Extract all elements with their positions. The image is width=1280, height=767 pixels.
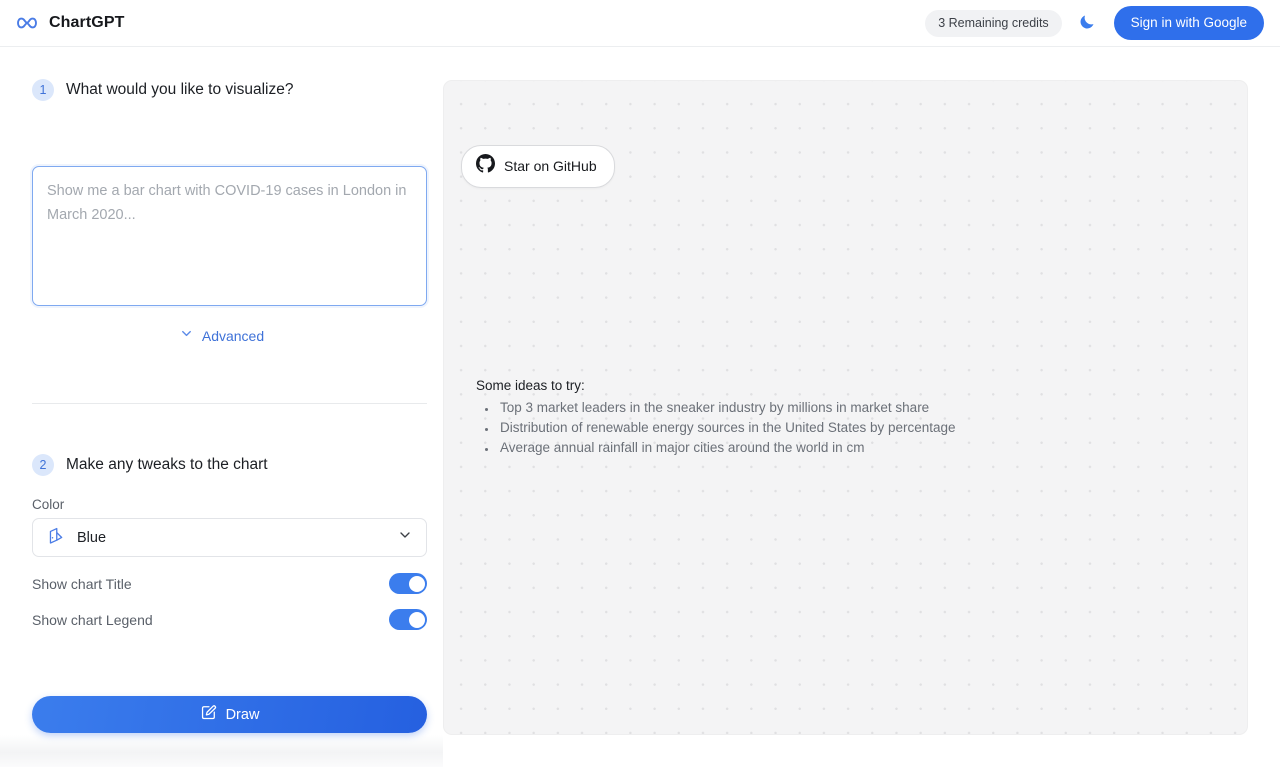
- remaining-credits-badge: 3 Remaining credits: [925, 9, 1062, 37]
- brand-name: ChartGPT: [49, 14, 125, 31]
- main-content: 1 What would you like to visualize? Adva…: [0, 47, 1280, 767]
- advanced-toggle[interactable]: Advanced: [0, 326, 443, 346]
- ideas-section: Some ideas to try: Top 3 market leaders …: [476, 378, 956, 458]
- prompt-input[interactable]: [32, 166, 427, 306]
- color-field-label: Color: [32, 497, 65, 512]
- show-chart-title-row: Show chart Title: [32, 573, 427, 594]
- toggle-knob: [408, 575, 425, 592]
- chart-canvas: Star on GitHub Some ideas to try: Top 3 …: [443, 80, 1248, 735]
- step-2-title: Make any tweaks to the chart: [66, 456, 268, 473]
- color-select[interactable]: Blue: [32, 518, 427, 557]
- step-1-header: 1 What would you like to visualize?: [0, 79, 293, 101]
- ideas-list: Top 3 market leaders in the sneaker indu…: [476, 398, 956, 458]
- ideas-title: Some ideas to try:: [476, 378, 585, 393]
- dark-mode-toggle-button[interactable]: [1074, 9, 1102, 37]
- star-on-github-button[interactable]: Star on GitHub: [461, 145, 615, 188]
- pencil-square-icon: [200, 704, 217, 725]
- chartgpt-logo-icon: [14, 10, 40, 36]
- left-panel: 1 What would you like to visualize? Adva…: [0, 47, 443, 733]
- bottom-fade: [0, 735, 443, 767]
- header-actions: 3 Remaining credits Sign in with Google: [925, 6, 1264, 40]
- show-chart-legend-label: Show chart Legend: [32, 611, 153, 628]
- panel-divider: [32, 403, 427, 404]
- color-select-value: Blue: [77, 529, 107, 546]
- chevron-down-icon: [179, 326, 194, 346]
- star-on-github-label: Star on GitHub: [504, 158, 597, 174]
- list-item: Distribution of renewable energy sources…: [497, 418, 956, 438]
- list-item: Average annual rainfall in major cities …: [497, 438, 956, 458]
- chevron-down-icon: [397, 527, 413, 548]
- sign-in-with-google-button[interactable]: Sign in with Google: [1113, 6, 1264, 40]
- list-item: Top 3 market leaders in the sneaker indu…: [497, 398, 956, 418]
- step-2-header: 2 Make any tweaks to the chart: [0, 454, 268, 476]
- github-icon: [476, 154, 495, 178]
- show-chart-title-toggle[interactable]: [389, 573, 427, 594]
- show-chart-legend-row: Show chart Legend: [32, 609, 427, 630]
- draw-button-label: Draw: [225, 706, 260, 723]
- show-chart-legend-toggle[interactable]: [389, 609, 427, 630]
- paint-bucket-icon: [47, 526, 66, 550]
- advanced-label: Advanced: [201, 328, 265, 344]
- show-chart-title-label: Show chart Title: [32, 575, 132, 592]
- step-1-badge: 1: [32, 79, 54, 101]
- step-2-badge: 2: [32, 454, 54, 476]
- moon-icon: [1078, 12, 1097, 34]
- step-1-title: What would you like to visualize?: [66, 81, 294, 98]
- app-header: ChartGPT 3 Remaining credits Sign in wit…: [0, 0, 1280, 47]
- draw-button[interactable]: Draw: [32, 696, 427, 733]
- toggle-knob: [408, 611, 425, 628]
- brand[interactable]: ChartGPT: [14, 10, 124, 36]
